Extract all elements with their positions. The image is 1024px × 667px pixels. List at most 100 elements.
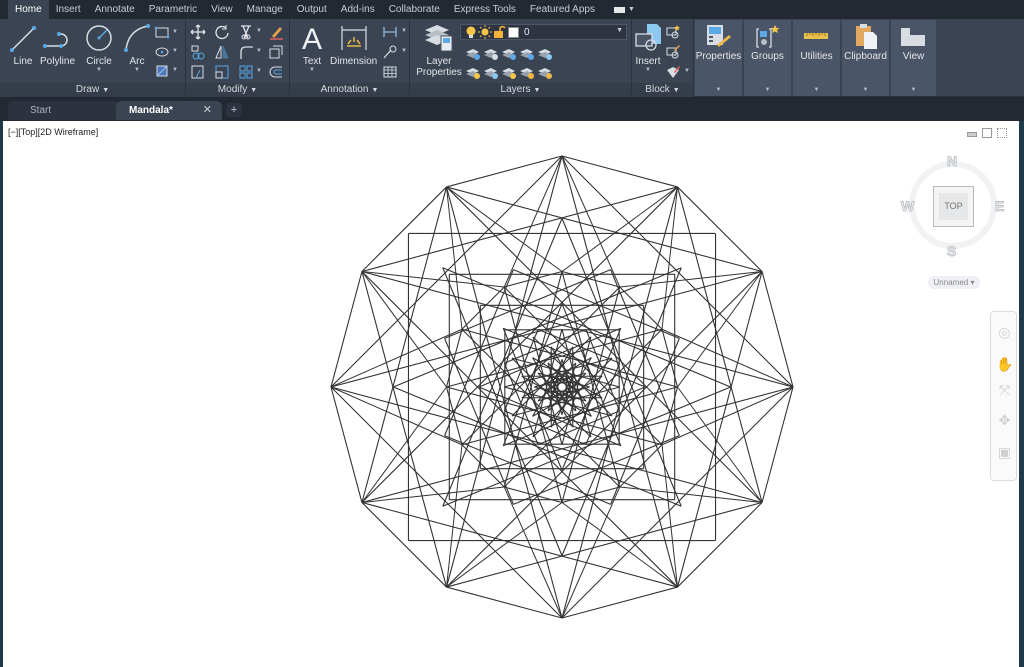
tab-collaborate[interactable]: Collaborate — [382, 0, 447, 19]
layer-properties-button[interactable]: Layer Properties — [415, 22, 463, 78]
mandala-line[interactable] — [361, 186, 678, 273]
linear-dimension-icon[interactable] — [382, 24, 398, 40]
ucs-dropdown[interactable]: Unnamed ▾ — [928, 276, 980, 289]
layer-match-icon[interactable] — [483, 45, 499, 61]
modify-panel-title[interactable]: Modify ▼ — [186, 83, 289, 97]
view-panel-button[interactable]: View ▼ — [891, 20, 936, 96]
layer-match-prop-icon[interactable] — [537, 64, 553, 80]
mandala-line[interactable] — [513, 269, 680, 339]
hatch-icon[interactable] — [154, 63, 170, 79]
restore-viewport-icon[interactable] — [982, 128, 992, 138]
utilities-panel-button[interactable]: Utilities ▼ — [793, 20, 840, 96]
mandala-line[interactable] — [446, 586, 563, 619]
erase-icon[interactable] — [268, 24, 284, 40]
tab-express-tools[interactable]: Express Tools — [447, 0, 523, 19]
annotation-panel-title[interactable]: Annotation ▼ — [290, 83, 409, 97]
circle-button[interactable]: Circle ▼ — [84, 22, 114, 73]
table-icon[interactable] — [382, 64, 398, 80]
mandala-line[interactable] — [446, 502, 563, 588]
edit-attributes-icon[interactable] — [665, 64, 681, 80]
mandala-line[interactable] — [361, 502, 447, 588]
mandala-line[interactable] — [677, 502, 763, 588]
mandala-line[interactable] — [503, 486, 563, 619]
mandala-line[interactable] — [561, 486, 621, 619]
tab-annotate[interactable]: Annotate — [88, 0, 142, 19]
chevron-down-icon[interactable]: ▼ — [401, 48, 407, 54]
explode-icon[interactable] — [268, 44, 284, 60]
mandala-line[interactable] — [444, 269, 514, 436]
mandala-line[interactable] — [503, 155, 563, 288]
tab-parametric[interactable]: Parametric — [142, 0, 204, 19]
clipboard-panel-button[interactable]: Clipboard ▼ — [842, 20, 889, 96]
text-button[interactable]: A Text ▼ — [299, 22, 325, 73]
edit-block-icon[interactable] — [665, 44, 681, 60]
scale-icon[interactable] — [214, 64, 230, 80]
mandala-drawing[interactable] — [3, 121, 1019, 667]
close-tab-icon[interactable]: ✕ — [203, 101, 212, 120]
mandala-line[interactable] — [361, 186, 448, 503]
line-button[interactable]: Line — [8, 22, 38, 67]
layer-thaw-icon[interactable] — [501, 64, 517, 80]
drawing-viewport[interactable]: [−][Top][2D Wireframe] N S E W TOP Unnam… — [3, 121, 1019, 667]
mandala-line[interactable] — [361, 271, 447, 388]
rectangle-icon[interactable] — [154, 25, 170, 41]
tab-insert[interactable]: Insert — [49, 0, 88, 19]
offset-icon[interactable] — [268, 64, 284, 80]
tab-output[interactable]: Output — [290, 0, 334, 19]
layer-unlock-icon[interactable] — [519, 64, 535, 80]
layer-walk-icon[interactable] — [483, 64, 499, 80]
compass-north[interactable]: N — [946, 153, 957, 170]
dimension-button[interactable]: Dimension — [330, 22, 377, 67]
mandala-line[interactable] — [676, 271, 763, 588]
showmotion-icon[interactable]: ▣ — [996, 444, 1013, 461]
mandala-line[interactable] — [361, 386, 447, 503]
steering-wheel-icon[interactable]: ◎ — [996, 324, 1013, 341]
new-drawing-tab-button[interactable]: + — [226, 103, 242, 117]
mandala-line[interactable] — [446, 501, 763, 588]
array-icon[interactable] — [238, 64, 254, 80]
mandala-line[interactable] — [330, 271, 363, 388]
ribbon-minimize-toggle[interactable]: ▼ — [613, 0, 635, 19]
tab-add-ins[interactable]: Add-ins — [334, 0, 382, 19]
leader-icon[interactable] — [382, 44, 398, 60]
mandala-drawing-tab[interactable]: Mandala* ✕ — [116, 101, 222, 120]
layer-freeze-icon[interactable] — [501, 45, 517, 61]
chevron-down-icon[interactable]: ▼ — [172, 67, 178, 73]
compass-west[interactable]: W — [900, 198, 914, 215]
mandala-line[interactable] — [677, 271, 763, 388]
mandala-line[interactable] — [444, 269, 611, 339]
arc-button[interactable]: Arc ▼ — [122, 22, 152, 73]
mandala-line[interactable] — [361, 501, 678, 588]
chevron-down-icon[interactable]: ▼ — [256, 28, 262, 34]
properties-panel-button[interactable]: Properties ▼ — [695, 20, 742, 96]
move-icon[interactable] — [190, 24, 206, 40]
mandala-line[interactable] — [676, 186, 763, 503]
compass-east[interactable]: E — [994, 198, 1004, 215]
chevron-down-icon[interactable]: ▼ — [684, 68, 690, 74]
mandala-line[interactable] — [513, 435, 680, 505]
make-current-icon[interactable] — [537, 45, 553, 61]
viewcube-top-face[interactable]: TOP — [933, 186, 974, 227]
tab-home[interactable]: Home — [8, 0, 49, 19]
mandala-line[interactable] — [661, 328, 794, 388]
chevron-down-icon[interactable]: ▼ — [256, 48, 262, 54]
zoom-extents-icon[interactable]: ⤧ — [996, 382, 1013, 399]
mandala-line[interactable] — [610, 338, 680, 505]
layer-dropdown[interactable]: 0 ▼ — [460, 24, 627, 40]
mandala-line[interactable] — [677, 386, 763, 503]
mandala-line[interactable] — [330, 328, 463, 388]
chevron-down-icon[interactable]: ▼ — [256, 68, 262, 74]
create-block-icon[interactable] — [665, 24, 681, 40]
mandala-line[interactable] — [444, 338, 514, 505]
tab-manage[interactable]: Manage — [240, 0, 290, 19]
chevron-down-icon[interactable]: ▼ — [401, 28, 407, 34]
mandala-line[interactable] — [610, 269, 680, 436]
trim-icon[interactable] — [238, 24, 254, 40]
minimize-viewport-icon[interactable] — [967, 132, 977, 137]
tab-view[interactable]: View — [204, 0, 240, 19]
mandala-line[interactable] — [444, 435, 611, 505]
layer-isolate-icon[interactable] — [465, 45, 481, 61]
block-panel-title[interactable]: Block ▼ — [632, 83, 693, 97]
orbit-icon[interactable]: ✥ — [996, 412, 1013, 429]
copy-icon[interactable] — [190, 44, 206, 60]
